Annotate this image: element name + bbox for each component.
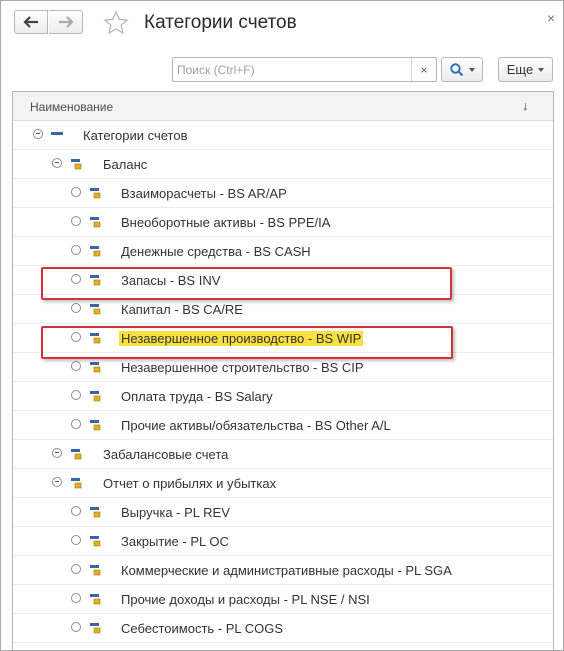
tree-item-label: Взаиморасчеты - BS AR/AP: [121, 186, 287, 201]
tree-group-row[interactable]: Баланс: [13, 150, 553, 179]
category-item-icon: [90, 565, 101, 576]
leaf-marker-icon: [71, 622, 81, 632]
leaf-marker-icon: [71, 506, 81, 516]
arrow-right-icon: [58, 16, 74, 28]
expand-toggle-icon[interactable]: [52, 158, 62, 168]
tree-item-label: Выручка - PL REV: [121, 505, 230, 520]
tree-item-label: Закрытие - PL OC: [121, 534, 229, 549]
expand-toggle-icon[interactable]: [52, 448, 62, 458]
category-item-icon: [90, 623, 101, 634]
tree-group-row[interactable]: Забалансовые счета: [13, 440, 553, 469]
tree-item-label: Коммерческие и административные расходы …: [121, 563, 452, 578]
tree-item-row[interactable]: Себестоимость - PL COGS: [13, 614, 553, 643]
category-item-icon: [90, 391, 101, 402]
back-button[interactable]: [14, 10, 48, 34]
category-item-icon: [90, 304, 101, 315]
category-item-icon: [90, 217, 101, 228]
tree-item-label: Себестоимость - PL COGS: [121, 621, 284, 636]
expand-toggle-icon[interactable]: [52, 477, 62, 487]
page-title: Категории счетов: [144, 12, 297, 33]
tree-item-row[interactable]: Внеоборотные активы - BS PPE/IA: [13, 208, 553, 237]
leaf-marker-icon: [71, 216, 81, 226]
arrow-left-icon: [23, 16, 38, 28]
leaf-marker-icon: [71, 535, 81, 545]
tree-item-label: Внеоборотные активы - BS PPE/IA: [121, 215, 331, 230]
search-button[interactable]: [441, 57, 483, 82]
tree-item-row[interactable]: Коммерческие и административные расходы …: [13, 556, 553, 585]
tree-item-row[interactable]: Закрытие - PL OC: [13, 527, 553, 556]
annotation-box-inv: [41, 267, 452, 300]
close-icon[interactable]: ×: [547, 10, 555, 26]
tree-item-label: Прочие доходы и расходы - PL NSE / NSI: [121, 592, 370, 607]
sort-arrow-icon[interactable]: ↓: [522, 98, 529, 113]
categories-tree-table[interactable]: Наименование ↓ Категории счетов Баланс Вза…: [12, 91, 554, 650]
tree-item-row[interactable]: Взаиморасчеты - BS AR/AP: [13, 179, 553, 208]
leaf-marker-icon: [71, 390, 81, 400]
category-item-icon: [90, 536, 101, 547]
table-header: Наименование ↓: [13, 92, 553, 121]
leaf-marker-icon: [71, 361, 81, 371]
form-window: Категории счетов × × Еще Наименование ↓ …: [0, 0, 564, 651]
column-header-name[interactable]: Наименование: [30, 100, 113, 114]
group-folder-icon: [71, 478, 82, 489]
category-item-icon: [90, 507, 101, 518]
category-item-icon: [90, 188, 101, 199]
category-item-icon: [90, 594, 101, 605]
expand-toggle-icon[interactable]: [33, 129, 43, 139]
group-folder-icon: [71, 449, 82, 460]
leaf-marker-icon: [71, 245, 81, 255]
tree-item-label: Отчет о прибылях и убытках: [103, 476, 277, 491]
root-group-icon: [51, 132, 63, 135]
tree-item-label: Денежные средства - BS CASH: [121, 244, 311, 259]
tree-item-row[interactable]: Прочие доходы и расходы - PL NSE / NSI: [13, 585, 553, 614]
title-bar: Категории счетов ×: [1, 1, 563, 47]
tree-group-row[interactable]: Категории счетов: [13, 121, 553, 150]
tree-item-label: Капитал - BS CA/RE: [121, 302, 243, 317]
tree-group-row[interactable]: Отчет о прибылях и убытках: [13, 469, 553, 498]
tree-item-label: Баланс: [103, 157, 148, 172]
leaf-marker-icon: [71, 564, 81, 574]
tree-item-row[interactable]: Прочие активы/обязательства - BS Other A…: [13, 411, 553, 440]
forward-button[interactable]: [49, 10, 83, 34]
more-button[interactable]: Еще: [498, 57, 553, 82]
clear-search-icon[interactable]: ×: [411, 58, 436, 81]
magnifier-icon: [449, 62, 463, 76]
category-item-icon: [90, 246, 101, 257]
group-folder-icon: [71, 159, 82, 170]
category-item-icon: [90, 420, 101, 431]
chevron-down-icon: [468, 67, 475, 72]
tree-item-label: Забалансовые счета: [103, 447, 229, 462]
leaf-marker-icon: [71, 593, 81, 603]
leaf-marker-icon: [71, 419, 81, 429]
leaf-marker-icon: [71, 303, 81, 313]
tree-item-label: Прочие активы/обязательства - BS Other A…: [121, 418, 391, 433]
search-field[interactable]: ×: [172, 57, 437, 82]
leaf-marker-icon: [71, 187, 81, 197]
tree-item-row[interactable]: Оплата труда - BS Salary: [13, 382, 553, 411]
tree-item-label: Категории счетов: [83, 128, 188, 143]
favorite-star-icon[interactable]: [103, 10, 129, 36]
tree-item-label: Оплата труда - BS Salary: [121, 389, 273, 404]
more-button-label: Еще: [506, 62, 534, 77]
category-item-icon: [90, 362, 101, 373]
tree-item-label: Незавершенное строительство - BS CIP: [121, 360, 364, 375]
annotation-box-wip: [41, 326, 453, 359]
tree-item-row[interactable]: Выручка - PL REV: [13, 498, 553, 527]
tree-item-row[interactable]: Денежные средства - BS CASH: [13, 237, 553, 266]
chevron-down-icon: [538, 67, 545, 72]
search-input[interactable]: [173, 58, 411, 81]
